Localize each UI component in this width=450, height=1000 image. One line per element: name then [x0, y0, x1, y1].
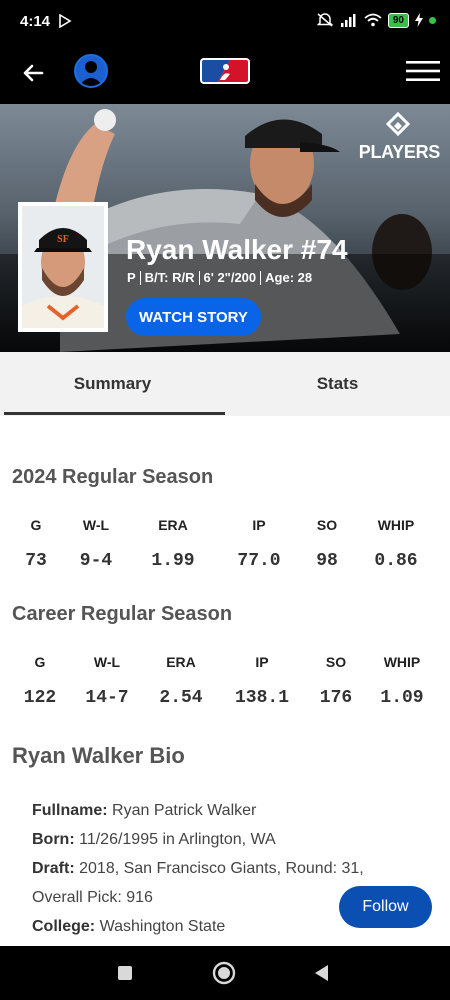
bio-draft: 2018, San Francisco Giants, Round: 31, [79, 860, 364, 877]
season-stats-table: G W-L ERA IP SO WHIP 73 9-4 1.99 77.0 98… [0, 517, 450, 581]
stat-header: W-L [82, 517, 110, 533]
mlb-logo-icon[interactable] [200, 58, 250, 84]
follow-button[interactable]: Follow [339, 886, 432, 928]
stats-value-row: 73 9-4 1.99 77.0 98 0.86 [0, 551, 450, 581]
bio-fullname: Ryan Patrick Walker [112, 802, 257, 819]
back-triangle-icon[interactable] [308, 960, 334, 986]
status-bar: 4:14 90 [0, 0, 450, 44]
stat-value: 1.09 [380, 688, 424, 708]
stats-header-row: G W-L ERA IP SO WHIP [0, 654, 450, 684]
stat-value: 77.0 [237, 551, 281, 571]
tab-stats[interactable]: Stats [225, 352, 450, 416]
tab-bar: Summary Stats [0, 352, 450, 416]
silent-icon [316, 13, 334, 27]
stat-value: 14-7 [85, 688, 129, 708]
status-time: 4:14 [20, 13, 51, 30]
charging-icon [415, 13, 423, 27]
bio-label: Draft: [32, 860, 75, 877]
stat-header: W-L [93, 654, 121, 670]
stat-value: 138.1 [234, 688, 290, 708]
meta-divider [139, 270, 141, 285]
meta-divider [260, 270, 262, 285]
top-nav [0, 44, 450, 104]
bio-born: 11/26/1995 in Arlington, WA [79, 831, 276, 848]
player-position: P [127, 270, 136, 285]
stats-header-row: G W-L ERA IP SO WHIP [0, 517, 450, 547]
stat-value: 0.86 [374, 551, 418, 571]
bio-born-row: Born: 11/26/1995 in Arlington, WA [32, 825, 412, 854]
career-stats-table: G W-L ERA IP SO WHIP 122 14-7 2.54 138.1… [0, 654, 450, 718]
stat-value: 1.99 [151, 551, 195, 571]
career-stats-title: Career Regular Season [12, 603, 233, 625]
player-headshot: SF [18, 202, 108, 332]
stats-value-row: 122 14-7 2.54 138.1 176 1.09 [0, 688, 450, 718]
player-name: Ryan Walker #74 [126, 234, 348, 265]
stat-header: IP [252, 517, 266, 533]
stat-value: 122 [23, 688, 57, 708]
stat-header: G [30, 517, 42, 533]
notification-dot [429, 16, 436, 24]
tab-summary[interactable]: Summary [0, 352, 225, 416]
signal-icon [340, 14, 356, 27]
mlb-players-brand: PLAYERS [358, 142, 441, 162]
bio-title: Ryan Walker Bio [12, 743, 185, 768]
stat-header: ERA [166, 654, 196, 670]
system-nav-bar [0, 946, 450, 1000]
bio-label: College: [32, 918, 96, 935]
home-icon[interactable] [211, 960, 237, 986]
svg-text:SF: SF [57, 234, 69, 245]
stat-value: 9-4 [79, 551, 113, 571]
recents-icon[interactable] [112, 960, 138, 986]
stat-value: 176 [319, 688, 353, 708]
player-meta: P B/T: R/R 6' 2"/200 Age: 28 [127, 270, 312, 285]
wifi-icon [364, 13, 382, 27]
meta-divider [198, 270, 200, 285]
player-height-weight: 6' 2"/200 [203, 270, 257, 285]
stat-header: SO [316, 517, 338, 533]
arrow-left-icon[interactable] [18, 58, 48, 88]
hamburger-menu-icon[interactable] [406, 60, 440, 82]
bio-fullname-row: Fullname: Ryan Patrick Walker [32, 796, 412, 825]
player-hero: PLAYERS SF Ryan Walker #74 P B/T: R/R 6'… [0, 104, 450, 352]
watch-story-button[interactable]: WATCH STORY [126, 298, 261, 336]
stat-header: IP [255, 654, 269, 670]
user-avatar-icon[interactable] [74, 54, 108, 88]
play-store-icon [59, 14, 72, 28]
stat-header: WHIP [383, 654, 421, 670]
stat-header: ERA [158, 517, 188, 533]
bio-label: Fullname: [32, 802, 108, 819]
bio-draft-pick: Overall Pick: 916 [32, 889, 153, 906]
stat-header: G [34, 654, 46, 670]
stat-value: 98 [316, 551, 338, 571]
bio-draft-row: Draft: 2018, San Francisco Giants, Round… [32, 854, 412, 883]
stat-header: SO [325, 654, 347, 670]
stat-header: WHIP [377, 517, 415, 533]
player-age: Age: 28 [265, 270, 313, 285]
stat-value: 73 [25, 551, 47, 571]
season-stats-title: 2024 Regular Season [12, 466, 214, 488]
bio-label: Born: [32, 831, 75, 848]
player-bats-throws: B/T: R/R [144, 270, 195, 285]
stat-value: 2.54 [159, 688, 203, 708]
bio-college: Washington State [99, 918, 226, 935]
battery-indicator: 90 [387, 12, 409, 28]
